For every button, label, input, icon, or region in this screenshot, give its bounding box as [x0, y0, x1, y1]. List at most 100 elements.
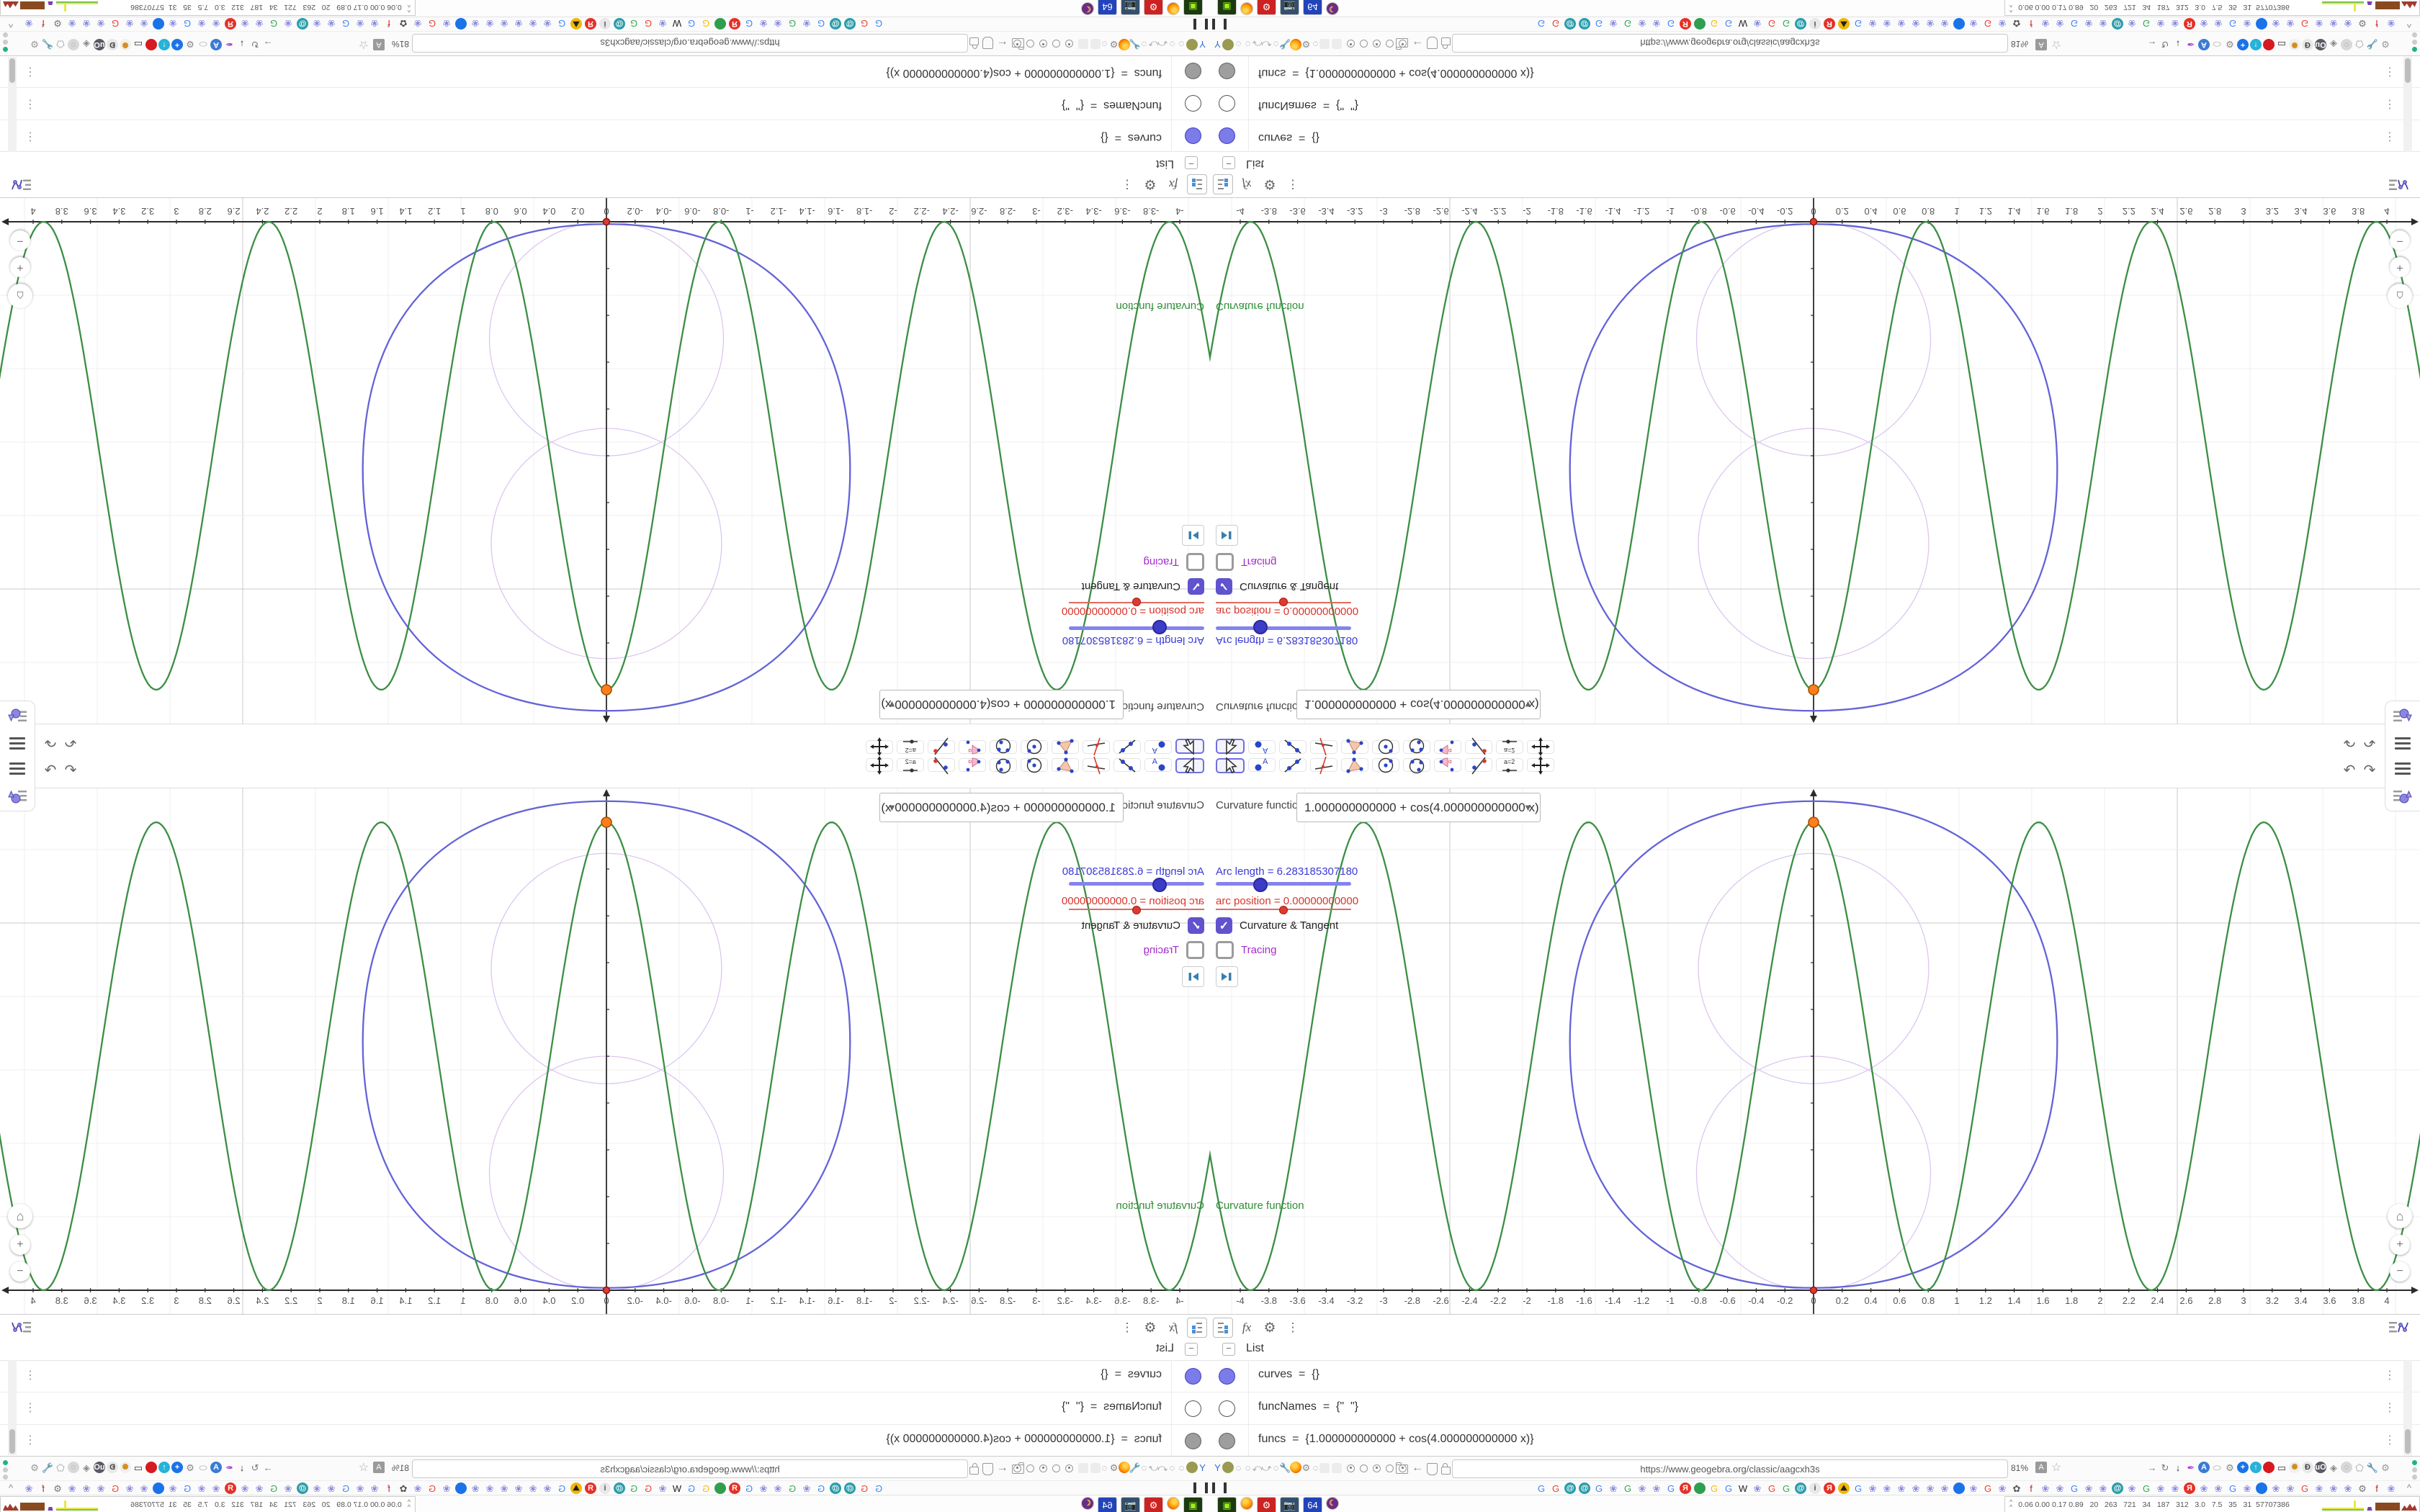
move-graphics-tool-icon[interactable] [866, 737, 893, 756]
yandex-icon[interactable]: Я [729, 18, 740, 30]
reload-icon[interactable]: ↻ [249, 1462, 261, 1474]
google-g-icon[interactable]: G [1665, 17, 1677, 30]
flower-icon[interactable]: ❀ [498, 1482, 510, 1495]
flower-icon[interactable]: ❀ [1939, 17, 1950, 30]
angle-tool-icon[interactable]: α [959, 740, 986, 755]
flower-icon[interactable]: ❀ [1867, 17, 1878, 30]
flower-icon[interactable]: ❀ [1608, 1482, 1619, 1495]
shield-cyan-icon[interactable]: ↑ [158, 1462, 170, 1473]
globe-teal-icon[interactable]: @ [614, 1482, 625, 1494]
move-tool-icon[interactable] [1175, 739, 1204, 756]
gear-outline-icon[interactable]: ⚙ [2380, 38, 2391, 50]
polygon-tool-icon[interactable] [1341, 739, 1368, 755]
visibility-marble-icon[interactable] [1219, 1433, 1235, 1449]
more-options-icon[interactable]: ⋮ [1121, 1320, 1134, 1335]
globe-gray-icon[interactable]: ◌ [2341, 39, 2352, 50]
graphics-view[interactable]: -4 -3.8 -3.6 -3.4 -3.2 -3 -2.8 -2.6 -2.4 -2.2 -2 -1… [0, 198, 1210, 724]
mouse-gesture-icon[interactable]: ⬭ [197, 1462, 209, 1474]
flower-icon[interactable]: ❀ [470, 17, 481, 30]
indicator-icon[interactable] [1373, 1464, 1381, 1472]
yandex-icon[interactable]: Я [225, 18, 236, 30]
flower-icon[interactable]: ❀ [2285, 17, 2296, 30]
address-bar[interactable]: https://www.geogebra.org/classic/aagcxh3… [412, 34, 968, 53]
updown-icon[interactable]: ^ ^ [2009, 1, 2012, 14]
flower-icon[interactable]: ❀ [1867, 1482, 1878, 1495]
highlighter-icon[interactable]: ✒ [223, 1462, 235, 1474]
globe-teal-icon[interactable]: @ [297, 1482, 308, 1494]
back-icon[interactable]: ← [1412, 1461, 1423, 1475]
reload-icon[interactable]: ↻ [2159, 1462, 2171, 1474]
row-menu-icon[interactable]: ⋮ [2384, 130, 2396, 144]
flower-icon[interactable]: ❀ [282, 1482, 294, 1495]
globe-teal-icon[interactable]: @ [1795, 18, 1806, 30]
forward-arrow-icon[interactable]: → [262, 38, 274, 50]
move-tool-icon[interactable] [1216, 739, 1245, 756]
globe-icon[interactable]: ◌ [1100, 1462, 1109, 1474]
f-logo-icon[interactable]: f [2371, 1482, 2383, 1495]
indicator-icon[interactable] [1052, 40, 1060, 48]
flower-icon[interactable]: ❀ [210, 17, 222, 30]
flower-icon[interactable]: ❀ [124, 1482, 135, 1495]
octopus-icon[interactable] [714, 1482, 726, 1494]
flower-icon[interactable]: ❀ [2270, 1482, 2282, 1495]
slider-tool-icon[interactable]: a=2 [1496, 739, 1523, 755]
flower-icon[interactable]: ❀ [1881, 17, 1893, 30]
function-input[interactable]: 1.000000000000 + cos(4.000000000000 x) ▼ [1296, 793, 1541, 822]
visibility-marble-icon[interactable] [1185, 1433, 1201, 1449]
flower-icon[interactable]: ❀ [239, 1482, 251, 1495]
google-g-icon[interactable]: G [182, 17, 193, 30]
ice-red-icon[interactable] [2263, 1462, 2275, 1473]
flower-icon[interactable]: ❀ [239, 17, 251, 30]
visibility-marble-icon[interactable] [1185, 1368, 1201, 1385]
history-arc-icon[interactable]: ⤻ [1262, 1462, 1272, 1474]
empty-slot[interactable] [1319, 39, 1330, 49]
folder-icon[interactable] [1012, 1464, 1024, 1474]
globe-orange-icon[interactable]: ✺ [120, 39, 131, 50]
google-g-icon[interactable]: G [743, 17, 755, 30]
tracing-checkbox[interactable] [1216, 553, 1234, 571]
google-g-icon[interactable]: G [686, 17, 697, 30]
flower-icon[interactable]: ❀ [657, 1482, 668, 1495]
flower-icon[interactable]: ❀ [196, 17, 207, 30]
monitor-app-icon[interactable]: 📷 [1121, 1497, 1140, 1512]
f-logo-icon[interactable]: f [37, 17, 49, 30]
indicator-icon[interactable] [1360, 40, 1368, 48]
circle-tool-icon[interactable] [1372, 757, 1399, 773]
flower-icon[interactable]: ❀ [2083, 17, 2094, 30]
package-app-icon[interactable]: ⚙ [1144, 0, 1163, 15]
wrench-icon[interactable]: 🔧 [2367, 1462, 2378, 1474]
algebra-row-funcs[interactable]: funcs = {1.000000000000 + cos(4.00000000… [1210, 1425, 2420, 1457]
f-logo-icon[interactable]: f [2371, 17, 2383, 30]
arc-length-slider-knob[interactable] [1152, 878, 1167, 892]
package-app-icon[interactable]: ⚙ [1257, 1497, 1276, 1512]
octopus-icon[interactable] [1694, 18, 1706, 30]
move-graphics-tool-icon[interactable] [1527, 737, 1554, 756]
row-menu-icon[interactable]: ⋮ [24, 1433, 36, 1447]
fx-icon[interactable]: fx [1169, 177, 1178, 192]
more-options-icon[interactable]: ⋮ [1287, 1320, 1299, 1335]
fx-icon[interactable]: fx [1242, 1320, 1251, 1335]
arc-position-slider[interactable] [1069, 598, 1204, 606]
google-g-icon[interactable]: G [556, 1482, 568, 1495]
flower-icon[interactable]: ❀ [2285, 1482, 2296, 1495]
empty-slot[interactable] [1090, 1463, 1101, 1473]
row-menu-icon[interactable]: ⋮ [24, 1368, 36, 1382]
curvature-tangent-checkbox[interactable]: ✓ [1188, 917, 1204, 934]
visibility-marble-icon[interactable] [1219, 1368, 1235, 1385]
flower-icon[interactable]: ❀ [196, 1482, 207, 1495]
history-arc-icon[interactable]: ⤻ [1149, 1462, 1159, 1474]
firefox-app-icon[interactable] [1240, 2, 1253, 15]
point-tool-icon[interactable]: A [1248, 740, 1276, 755]
flower-icon[interactable]: ❀ [2097, 1482, 2109, 1495]
indicator-icon[interactable] [1347, 40, 1355, 48]
globe-orange-icon[interactable]: ✺ [2289, 39, 2300, 50]
flower-icon[interactable]: ❀ [2155, 17, 2166, 30]
google-g-icon[interactable]: G [182, 1482, 193, 1495]
wrench-icon[interactable]: 🔧 [1279, 38, 1291, 50]
google-g-icon[interactable]: G [2069, 1482, 2080, 1495]
visibility-marble-icon[interactable] [1185, 63, 1201, 79]
folder-icon[interactable] [1396, 1462, 1408, 1474]
olive-site-icon[interactable] [1222, 39, 1234, 50]
reload-icon[interactable]: ↻ [2159, 38, 2171, 50]
google-g-icon[interactable]: G [1622, 1482, 1634, 1495]
